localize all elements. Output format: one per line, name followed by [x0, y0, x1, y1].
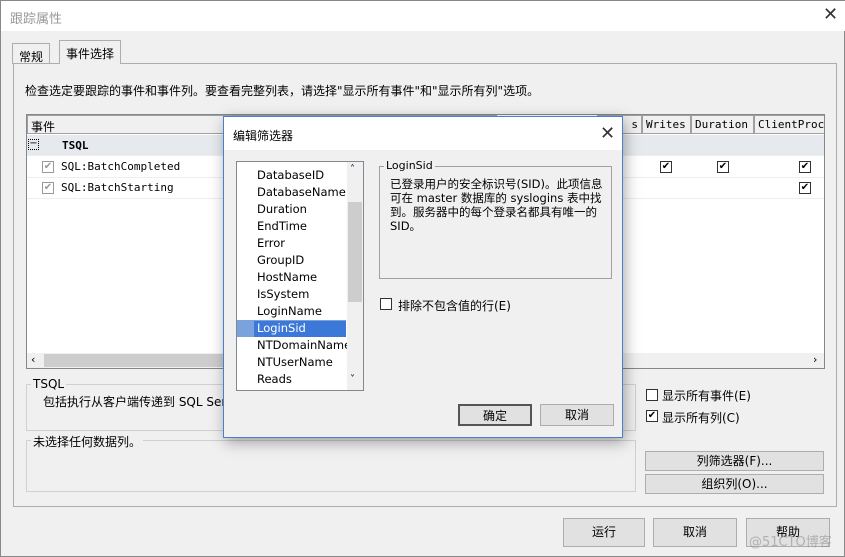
list-item-label: HostName — [257, 270, 318, 284]
column-filter-button[interactable]: 列筛选器(F)... — [645, 451, 824, 471]
list-item-duration[interactable]: Duration — [237, 201, 346, 218]
close-icon[interactable]: ✕ — [823, 4, 838, 25]
list-item-hostname[interactable]: HostName — [237, 269, 346, 286]
edit-filter-dialog: 编辑筛选器 ✕ DatabaseID DatabaseName Duration En… — [223, 116, 623, 438]
exclude-empty-checkbox[interactable] — [380, 298, 392, 310]
window-title: 跟踪属性 — [10, 12, 63, 27]
clientprocessid-checkbox[interactable]: ✔ — [799, 161, 811, 173]
exclude-empty-label[interactable]: 排除不包含值的行(E) — [398, 297, 511, 314]
list-item-label: Error — [257, 236, 286, 250]
show-all-columns-label[interactable]: 显示所有列(C) — [662, 409, 740, 426]
organize-columns-button[interactable]: 组织列(O)... — [645, 474, 824, 494]
scrollbar-thumb[interactable] — [348, 202, 362, 302]
writes-checkbox[interactable]: ✔ — [660, 161, 672, 173]
instruction-text: 检查选定要跟踪的事件和事件列。要查看完整列表，请选择"显示所有事件"和"显示所有… — [25, 84, 540, 98]
list-item-label: EndTime — [257, 219, 307, 233]
tab-event-selection[interactable]: 事件选择 — [59, 40, 122, 64]
dialog-close-icon[interactable]: ✕ — [600, 123, 615, 144]
column-header-duration[interactable]: Duration — [691, 115, 754, 134]
event-checkbox[interactable]: ✔ — [42, 182, 54, 194]
clientprocessid-checkbox[interactable]: ✔ — [799, 182, 811, 194]
show-all-columns-checkbox[interactable]: ✔ — [646, 410, 658, 422]
dialog-title: 编辑筛选器 — [233, 129, 294, 143]
list-item-label: LoginName — [257, 304, 322, 318]
collapse-icon[interactable]: − — [28, 139, 39, 150]
scroll-right-icon[interactable]: › — [813, 353, 817, 366]
list-item-ntusername[interactable]: NTUserName — [237, 354, 346, 371]
dialog-cancel-button[interactable]: 取消 — [540, 404, 614, 426]
list-item-label: NTDomainName — [257, 338, 352, 352]
list-item-label: IsSystem — [257, 287, 310, 301]
column-description-group: 未选择任何数据列。 — [26, 433, 636, 492]
list-item-databaseid[interactable]: DatabaseID — [237, 167, 346, 184]
list-item-loginname[interactable]: LoginName — [237, 303, 346, 320]
list-item-endtime[interactable]: EndTime — [237, 218, 346, 235]
list-item-loginsid[interactable]: LoginSid — [237, 320, 346, 337]
column-description-label: 未选择任何数据列。 — [31, 433, 144, 450]
tab-general[interactable]: 常规 — [12, 43, 51, 64]
list-item-reads[interactable]: Reads — [237, 371, 346, 388]
category-name: TSQL — [62, 139, 89, 152]
scroll-left-icon[interactable]: ‹ — [31, 353, 35, 366]
event-name: SQL:BatchStarting — [61, 181, 174, 194]
show-all-events-label[interactable]: 显示所有事件(E) — [662, 387, 751, 404]
title-bar: 跟踪属性 ✕ — [1, 1, 845, 31]
list-item-label: Reads — [257, 372, 292, 386]
event-name: SQL:BatchCompleted — [61, 160, 181, 173]
list-item-label: DatabaseName — [257, 185, 346, 199]
list-item-issystem[interactable]: IsSystem — [237, 286, 346, 303]
column-header-clientprocessid[interactable]: ClientProce — [754, 115, 824, 134]
scroll-down-icon[interactable]: ˅ — [350, 374, 355, 385]
list-item-label: Duration — [257, 202, 307, 216]
column-list[interactable]: DatabaseID DatabaseName Duration EndTime Err… — [236, 161, 364, 391]
list-item-groupid[interactable]: GroupID — [237, 252, 346, 269]
vertical-scrollbar[interactable]: ˄ ˅ — [347, 162, 363, 390]
list-item-label: LoginSid — [254, 321, 346, 337]
duration-checkbox[interactable]: ✔ — [717, 161, 729, 173]
list-item-label: NTUserName — [257, 355, 333, 369]
column-header-writes[interactable]: Writes — [642, 115, 691, 134]
dialog-title-bar: 编辑筛选器 ✕ — [224, 117, 622, 150]
list-item-label: GroupID — [257, 253, 305, 267]
column-header-event[interactable]: 事件 — [27, 115, 227, 134]
description-text: 已登录用户的安全标识号(SID)。此项信息可在 master 数据库的 sysl… — [390, 177, 603, 233]
list-item-databasename[interactable]: DatabaseName — [237, 184, 346, 201]
cancel-button[interactable]: 取消 — [653, 518, 737, 547]
event-checkbox[interactable]: ✔ — [42, 161, 54, 173]
list-item-label: DatabaseID — [257, 168, 325, 182]
event-description-text: 包括执行从客户端传递到 SQL Serv — [43, 395, 234, 409]
run-button[interactable]: 运行 — [563, 518, 645, 547]
scroll-up-icon[interactable]: ˄ — [350, 164, 355, 175]
list-item-error[interactable]: Error — [237, 235, 346, 252]
list-item-ntdomainname[interactable]: NTDomainName — [237, 337, 351, 354]
ok-button[interactable]: 确定 — [458, 404, 532, 426]
watermark: @51CTO博客 — [749, 535, 832, 550]
event-description-label: TSQL — [31, 377, 67, 391]
description-label: LoginSid — [384, 159, 435, 172]
show-all-events-checkbox[interactable] — [646, 389, 658, 401]
description-group: LoginSid 已登录用户的安全标识号(SID)。此项信息可在 master … — [379, 159, 612, 279]
